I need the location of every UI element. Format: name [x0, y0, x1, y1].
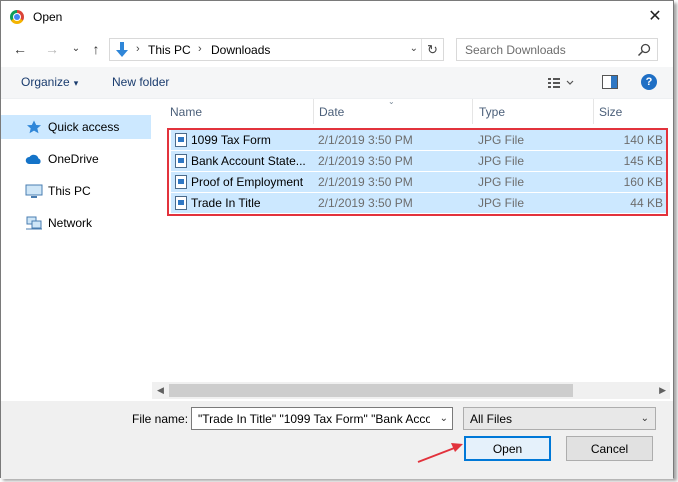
column-header-name[interactable]: Name: [170, 105, 202, 119]
cancel-button[interactable]: Cancel: [566, 436, 653, 461]
search-icon: [637, 43, 651, 57]
breadcrumb-separator: ›: [136, 43, 140, 55]
column-header-type[interactable]: Type: [479, 105, 505, 119]
column-divider[interactable]: [313, 99, 314, 124]
chevron-down-icon[interactable]: ⌄: [440, 413, 448, 424]
column-header-size[interactable]: Size: [599, 105, 622, 119]
breadcrumb-this-pc[interactable]: This PC: [148, 43, 191, 57]
sidebar-item-onedrive[interactable]: OneDrive: [1, 147, 151, 171]
selection-highlight-annotation: [167, 128, 668, 216]
column-headers: Name ⌄ Date Type Size: [152, 97, 670, 124]
column-divider[interactable]: [593, 99, 594, 124]
breadcrumb-downloads[interactable]: Downloads: [211, 43, 270, 57]
chrome-icon: [10, 10, 24, 24]
file-name-value[interactable]: "Trade In Title" "1099 Tax Form" "Bank A…: [198, 412, 430, 426]
search-input[interactable]: [457, 39, 632, 60]
chevron-down-icon: ▾: [73, 78, 79, 88]
open-button[interactable]: Open: [464, 436, 551, 461]
file-name-label: File name:: [132, 412, 189, 426]
sidebar-item-label: Network: [48, 216, 93, 230]
annotation-arrow-icon: [417, 443, 463, 463]
network-icon: [26, 216, 42, 230]
up-button[interactable]: ↑: [87, 40, 105, 58]
forward-button[interactable]: →: [43, 40, 61, 58]
navigation-bar: ← → ⌄ ↑ › This PC › Downloads ⌄ ↻: [1, 35, 673, 65]
preview-pane-icon[interactable]: [602, 75, 618, 89]
refresh-button[interactable]: ↻: [421, 39, 443, 60]
file-name-field[interactable]: "Trade In Title" "1099 Tax Form" "Bank A…: [191, 407, 453, 430]
sidebar-item-this-pc[interactable]: This PC: [1, 179, 151, 203]
title-bar: Open ✕: [1, 1, 673, 33]
file-type-select[interactable]: All Files ⌄: [463, 407, 656, 430]
star-icon: [27, 120, 41, 134]
column-divider[interactable]: [472, 99, 473, 124]
sidebar-item-network[interactable]: Network: [1, 211, 151, 235]
address-history-dropdown[interactable]: ⌄: [410, 43, 418, 54]
breadcrumb-separator: ›: [198, 43, 202, 55]
chevron-down-icon: ⌄: [640, 413, 649, 424]
help-icon[interactable]: ?: [641, 74, 657, 90]
recent-locations-button[interactable]: ⌄: [67, 40, 85, 58]
open-file-dialog: Open ✕ ← → ⌄ ↑ › This PC › Downloads ⌄ ↻: [0, 0, 674, 479]
organize-button[interactable]: Organize ▾: [21, 75, 78, 89]
scrollbar-thumb[interactable]: [169, 384, 573, 397]
address-bar[interactable]: › This PC › Downloads ⌄ ↻: [109, 38, 444, 61]
column-header-date[interactable]: Date: [319, 105, 344, 119]
navigation-pane: Quick access OneDrive This PC Network: [1, 99, 151, 399]
sidebar-item-label: Quick access: [48, 120, 120, 134]
change-view-icon[interactable]: [547, 75, 577, 91]
sidebar-item-label: This PC: [48, 184, 91, 198]
scroll-right-icon[interactable]: ▶: [659, 385, 666, 396]
sidebar-item-quick-access[interactable]: Quick access: [1, 115, 151, 139]
downloads-folder-icon: [116, 42, 128, 57]
horizontal-scrollbar[interactable]: ◀ ▶: [152, 382, 670, 399]
back-button[interactable]: ←: [11, 40, 29, 58]
sidebar-item-label: OneDrive: [48, 152, 99, 166]
dialog-footer: File name: "Trade In Title" "1099 Tax Fo…: [1, 401, 673, 479]
close-button[interactable]: ✕: [645, 7, 665, 27]
command-bar: Organize ▾ New folder ?: [1, 67, 673, 99]
scroll-left-icon[interactable]: ◀: [157, 385, 164, 396]
window-title: Open: [33, 10, 63, 24]
search-box[interactable]: [456, 38, 658, 61]
computer-icon: [25, 184, 43, 198]
organize-label: Organize: [21, 75, 70, 89]
cloud-icon: [25, 154, 41, 164]
file-type-value: All Files: [470, 412, 513, 426]
sort-indicator-icon: ⌄: [388, 97, 395, 106]
new-folder-button[interactable]: New folder: [112, 75, 169, 89]
